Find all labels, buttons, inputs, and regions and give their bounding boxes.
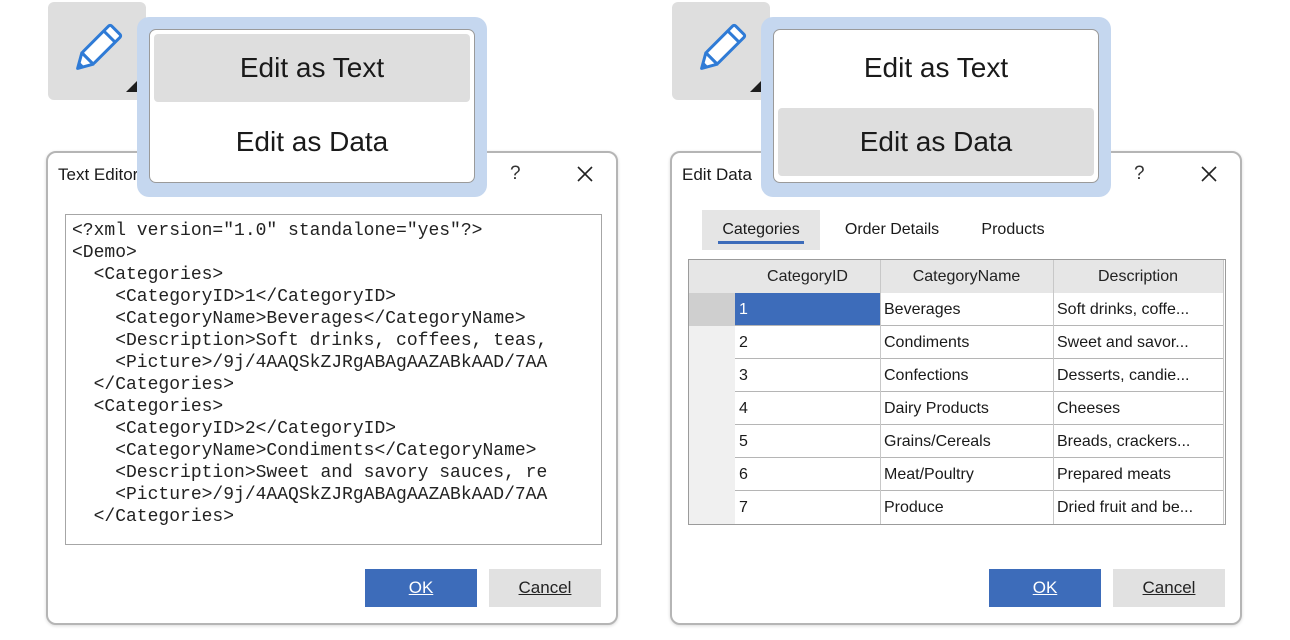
column-header[interactable]: Description — [1053, 260, 1223, 293]
row-header[interactable] — [689, 392, 735, 425]
grid-cell-selected[interactable]: 1 — [735, 293, 880, 326]
cancel-button-label: Cancel — [518, 578, 572, 597]
edit-dropdown-button[interactable] — [672, 2, 770, 100]
grid-cell[interactable]: Prepared meats — [1053, 458, 1223, 491]
grid-cell[interactable]: Breads, crackers... — [1053, 425, 1223, 458]
menu-item-edit-as-text[interactable]: Edit as Text — [778, 34, 1094, 102]
tab-label: Categories — [722, 221, 800, 238]
cancel-button-label: Cancel — [1142, 578, 1196, 597]
grid-cell[interactable]: Desserts, candie... — [1053, 359, 1223, 392]
grid-line — [735, 358, 1223, 359]
grid-cell[interactable]: 7 — [735, 491, 880, 524]
code-line: <Picture>/9j/4AAQSkZJRgABAgAAZABkAAD/7AA — [72, 353, 548, 373]
grid-cell[interactable]: Grains/Cereals — [880, 425, 1053, 458]
grid-cell[interactable]: 2 — [735, 326, 880, 359]
grid-cell[interactable]: 6 — [735, 458, 880, 491]
close-icon[interactable] — [1200, 165, 1218, 183]
grid-cell[interactable]: Beverages — [880, 293, 1053, 326]
grid-line — [1053, 260, 1054, 524]
tab-categories[interactable]: Categories — [702, 210, 820, 250]
grid-line — [735, 391, 1223, 392]
code-line: <?xml version="1.0" standalone="yes"?> — [72, 221, 483, 241]
grid-corner — [689, 260, 735, 293]
edit-mode-menu: Edit as Text Edit as Data — [761, 17, 1111, 197]
tab-order-details[interactable]: Order Details — [832, 210, 952, 250]
tab-label: Order Details — [844, 221, 940, 238]
code-line: <Categories> — [72, 265, 224, 285]
menu-item-edit-as-data[interactable]: Edit as Data — [154, 108, 470, 176]
code-line: <Picture>/9j/4AAQSkZJRgABAgAAZABkAAD/7AA — [72, 485, 548, 505]
data-grid[interactable]: CategoryID CategoryName Description 1 Be… — [688, 259, 1226, 525]
column-header[interactable]: CategoryName — [880, 260, 1053, 293]
row-header[interactable] — [689, 491, 735, 524]
grid-cell[interactable]: Produce — [880, 491, 1053, 524]
pencil-icon — [700, 23, 747, 70]
help-button[interactable]: ? — [1134, 163, 1145, 185]
cancel-button[interactable]: Cancel — [1113, 569, 1225, 607]
help-button[interactable]: ? — [510, 163, 521, 185]
row-header[interactable] — [689, 326, 735, 359]
code-line: <CategoryName>Condiments</CategoryName> — [72, 441, 537, 461]
pencil-icon — [76, 23, 123, 70]
row-header[interactable] — [689, 425, 735, 458]
grid-cell[interactable]: 4 — [735, 392, 880, 425]
grid-line — [735, 457, 1223, 458]
grid-cell[interactable]: Confections — [880, 359, 1053, 392]
code-line: <CategoryID>1</CategoryID> — [72, 287, 397, 307]
code-line: </Categories> — [72, 507, 235, 527]
code-line: <CategoryName>Beverages</CategoryName> — [72, 309, 526, 329]
active-tab-indicator — [718, 241, 804, 244]
grid-cell[interactable]: Cheeses — [1053, 392, 1223, 425]
edit-dropdown-button[interactable] — [48, 2, 146, 100]
code-line: <CategoryID>2</CategoryID> — [72, 419, 397, 439]
code-line: <Description>Sweet and savory sauces, re — [72, 463, 548, 483]
grid-cell[interactable]: Sweet and savor... — [1053, 326, 1223, 359]
edit-data-dialog: Edit Data ? Categories Order Details Pro… — [670, 151, 1242, 625]
ok-button[interactable]: OK — [365, 569, 477, 607]
cancel-button[interactable]: Cancel — [489, 569, 601, 607]
menu-item-edit-as-text[interactable]: Edit as Text — [154, 34, 470, 102]
grid-cell[interactable]: Condiments — [880, 326, 1053, 359]
grid-cell[interactable]: Dairy Products — [880, 392, 1053, 425]
code-line: <Description>Soft drinks, coffees, teas, — [72, 331, 548, 351]
text-editor-dialog: Text Editor ? <?xml version="1.0" standa… — [46, 151, 618, 625]
column-header[interactable]: CategoryID — [735, 260, 880, 293]
close-icon[interactable] — [576, 165, 594, 183]
ok-button-label: OK — [1032, 578, 1058, 597]
grid-cell[interactable]: Meat/Poultry — [880, 458, 1053, 491]
menu-item-edit-as-data[interactable]: Edit as Data — [778, 108, 1094, 176]
grid-line — [735, 424, 1223, 425]
code-line: </Categories> — [72, 375, 235, 395]
row-header[interactable] — [689, 458, 735, 491]
grid-line — [735, 325, 1223, 326]
code-line: <Demo> — [72, 243, 137, 263]
grid-cell[interactable]: 3 — [735, 359, 880, 392]
tab-products[interactable]: Products — [968, 210, 1058, 250]
edit-mode-menu: Edit as Text Edit as Data — [137, 17, 487, 197]
menu-panel: Edit as Text Edit as Data — [773, 29, 1099, 183]
grid-line — [735, 490, 1223, 491]
row-header[interactable] — [689, 359, 735, 392]
xml-text-area[interactable]: <?xml version="1.0" standalone="yes"?> <… — [65, 214, 602, 545]
row-header[interactable] — [689, 293, 735, 326]
grid-line — [1223, 260, 1224, 524]
code-line: <Categories> — [72, 397, 224, 417]
dialog-title: Text Editor — [58, 165, 139, 184]
ok-button-label: OK — [408, 578, 434, 597]
menu-panel: Edit as Text Edit as Data — [149, 29, 475, 183]
grid-line — [880, 260, 881, 524]
grid-cell[interactable]: Dried fruit and be... — [1053, 491, 1223, 524]
grid-cell[interactable]: 5 — [735, 425, 880, 458]
tab-label: Products — [981, 221, 1045, 238]
grid-cell[interactable]: Soft drinks, coffe... — [1053, 293, 1223, 326]
ok-button[interactable]: OK — [989, 569, 1101, 607]
dialog-title: Edit Data — [682, 165, 752, 184]
